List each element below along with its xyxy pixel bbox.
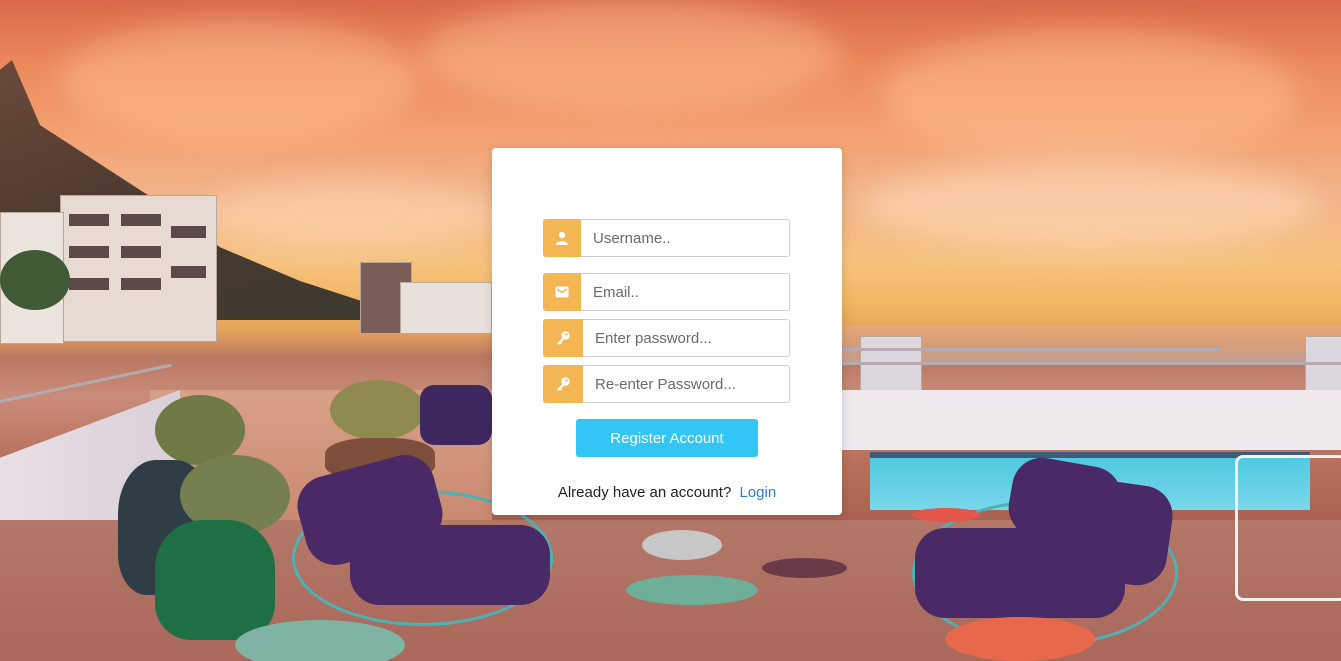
user-icon xyxy=(543,219,581,257)
username-input[interactable] xyxy=(581,219,790,257)
login-prompt-row: Already have an account? Login xyxy=(492,484,842,501)
username-field-group xyxy=(543,219,790,257)
register-card: Register Account Already have an account… xyxy=(492,148,842,515)
password-field-group xyxy=(543,319,790,357)
email-field-group xyxy=(543,273,790,311)
login-prompt-text: Already have an account? xyxy=(557,484,732,501)
key-icon xyxy=(543,319,583,357)
envelope-icon xyxy=(543,273,581,311)
login-link[interactable]: Login xyxy=(739,484,776,501)
key-icon xyxy=(543,365,583,403)
repassword-field-group xyxy=(543,365,790,403)
password-input[interactable] xyxy=(583,319,790,357)
repassword-input[interactable] xyxy=(583,365,790,403)
register-account-button[interactable]: Register Account xyxy=(576,419,758,457)
email-input[interactable] xyxy=(581,273,790,311)
